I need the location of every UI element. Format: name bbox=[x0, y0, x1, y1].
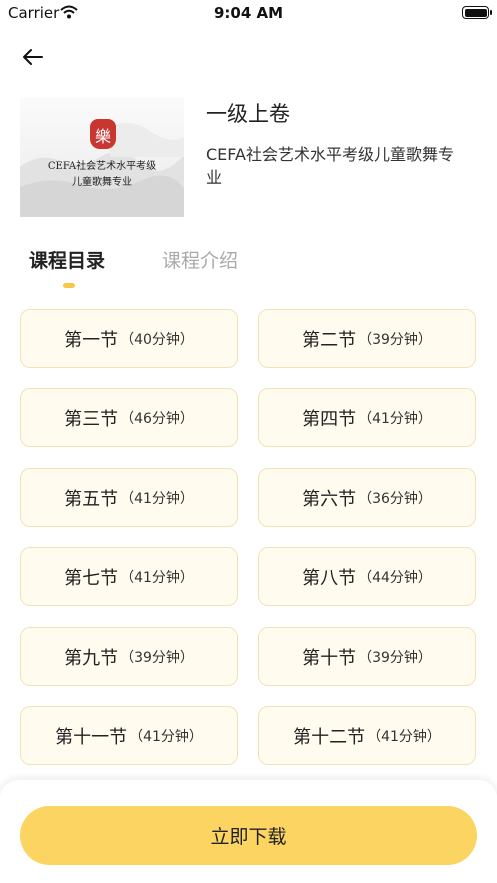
cover-text-line2: 儿童歌舞专业 bbox=[72, 177, 132, 188]
lesson-card[interactable]: 第五节 （41分钟） bbox=[20, 468, 238, 527]
lesson-card[interactable]: 第一节 （40分钟） bbox=[20, 309, 238, 368]
lesson-duration: （41分钟） bbox=[129, 728, 203, 745]
lesson-name: 第十节 bbox=[302, 647, 357, 669]
lesson-duration: （41分钟） bbox=[120, 490, 194, 507]
lesson-duration: （41分钟） bbox=[120, 569, 194, 586]
lesson-card[interactable]: 第八节 （44分钟） bbox=[258, 547, 476, 606]
lesson-card[interactable]: 第四节 （41分钟） bbox=[258, 388, 476, 447]
lesson-name: 第九节 bbox=[64, 647, 119, 669]
lesson-card[interactable]: 第三节 （46分钟） bbox=[20, 388, 238, 447]
lesson-name: 第五节 bbox=[64, 488, 119, 510]
arrow-left-icon bbox=[23, 49, 43, 65]
lesson-name: 第一节 bbox=[64, 329, 119, 351]
lesson-card[interactable]: 第七节 （41分钟） bbox=[20, 547, 238, 606]
lesson-card[interactable]: 第二节 （39分钟） bbox=[258, 309, 476, 368]
course-cover-image: CEFA社会艺术水平考级 儿童歌舞专业 bbox=[20, 97, 184, 217]
status-bar: Carrier 9:04 AM bbox=[0, 0, 497, 28]
lesson-duration: （39分钟） bbox=[120, 649, 194, 666]
tab-catalog[interactable]: 课程目录 bbox=[29, 246, 105, 273]
lesson-name: 第三节 bbox=[64, 408, 119, 430]
lesson-name: 第二节 bbox=[302, 329, 357, 351]
lesson-name: 第七节 bbox=[64, 567, 119, 589]
lesson-name: 第四节 bbox=[302, 408, 357, 430]
lesson-duration: （39分钟） bbox=[358, 331, 432, 348]
clock: 9:04 AM bbox=[213, 4, 284, 22]
cover-text-line1: CEFA社会艺术水平考级 bbox=[47, 161, 157, 172]
seal-logo bbox=[90, 119, 116, 149]
download-button[interactable]: 立即下载 bbox=[20, 806, 477, 865]
course-title: 一级上卷 bbox=[206, 102, 290, 126]
tab-introduction[interactable]: 课程介绍 bbox=[162, 246, 238, 273]
lesson-name: 第十一节 bbox=[55, 726, 128, 748]
lesson-card[interactable]: 第九节 （39分钟） bbox=[20, 627, 238, 686]
lesson-card[interactable]: 第六节 （36分钟） bbox=[258, 468, 476, 527]
back-button[interactable] bbox=[18, 42, 48, 72]
tab-indicator bbox=[63, 283, 75, 288]
lesson-name: 第六节 bbox=[302, 488, 357, 510]
lesson-duration: （41分钟） bbox=[358, 410, 432, 427]
lesson-duration: （46分钟） bbox=[120, 410, 194, 427]
course-subtitle: CEFA社会艺术水平考级儿童歌舞专业 bbox=[206, 145, 454, 187]
lesson-duration: （41分钟） bbox=[367, 728, 441, 745]
lesson-card[interactable]: 第十二节 （41分钟） bbox=[258, 706, 476, 765]
battery-icon bbox=[462, 6, 492, 19]
lesson-duration: （44分钟） bbox=[358, 569, 432, 586]
lesson-name: 第八节 bbox=[302, 567, 357, 589]
lesson-name: 第十二节 bbox=[293, 726, 366, 748]
lesson-card[interactable]: 第十节 （39分钟） bbox=[258, 627, 476, 686]
lesson-duration: （40分钟） bbox=[120, 331, 194, 348]
lesson-duration: （36分钟） bbox=[358, 490, 432, 507]
lesson-duration: （39分钟） bbox=[358, 649, 432, 666]
lesson-card[interactable]: 第十一节 （41分钟） bbox=[20, 706, 238, 765]
